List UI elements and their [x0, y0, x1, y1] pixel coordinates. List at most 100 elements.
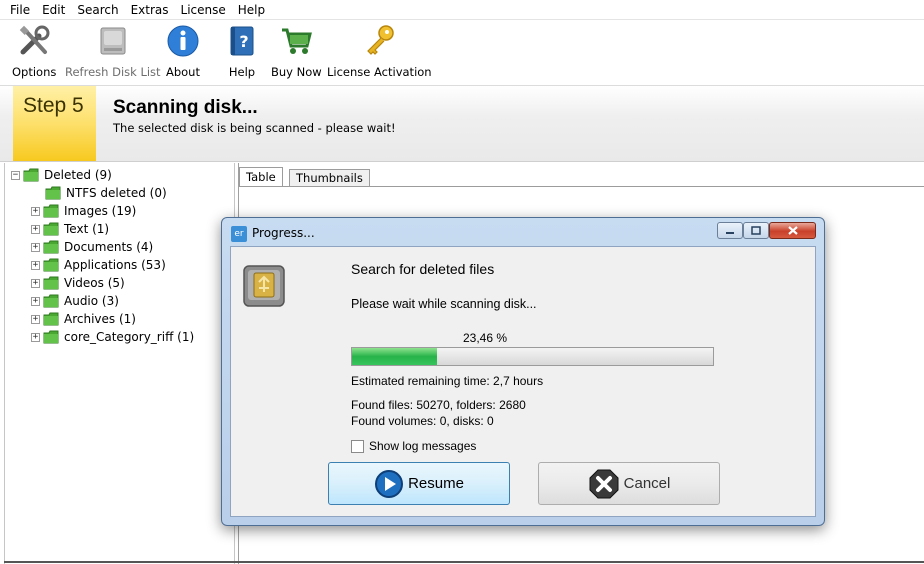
hard-disk-icon — [94, 23, 132, 59]
wait-message: Please wait while scanning disk... — [351, 297, 537, 311]
folder-icon — [43, 258, 59, 272]
tree-label: Deleted (9) — [44, 168, 112, 182]
step-indicator: Step 5 — [13, 86, 96, 161]
folder-icon — [23, 168, 39, 182]
minimize-icon — [726, 231, 734, 234]
category-tree: − Deleted (9) NTFS deleted (0) + Images … — [4, 163, 235, 564]
shopping-cart-icon — [277, 23, 315, 59]
tree-item-applications[interactable]: + Applications (53) — [31, 256, 166, 274]
folder-icon — [43, 276, 59, 290]
tree-item-images[interactable]: + Images (19) — [31, 202, 136, 220]
tree-item-text[interactable]: + Text (1) — [31, 220, 109, 238]
resume-label: Resume — [408, 475, 464, 492]
expand-toggle[interactable]: + — [31, 278, 40, 288]
play-icon — [374, 469, 404, 499]
bottom-border — [4, 561, 924, 563]
menu-edit[interactable]: Edit — [36, 0, 71, 20]
dialog-title: Progress... — [252, 226, 315, 240]
dialog-body: Search for deleted files Please wait whi… — [230, 246, 816, 517]
menu-help[interactable]: Help — [232, 0, 271, 20]
help-button[interactable]: ? Help — [223, 23, 261, 79]
buy-now-label: Buy Now — [271, 65, 322, 79]
expand-toggle[interactable]: + — [31, 206, 40, 216]
progress-dialog: er Progress... Search for deleted files … — [221, 217, 825, 526]
tree-label: Images (19) — [64, 204, 137, 218]
expand-toggle[interactable]: + — [31, 314, 40, 324]
menu-bar: File Edit Search Extras License Help — [0, 0, 924, 20]
banner-title: Scanning disk... — [113, 97, 258, 118]
about-label: About — [165, 65, 200, 79]
found-files: Found files: 50270, folders: 2680 — [351, 398, 526, 412]
cancel-label: Cancel — [623, 475, 671, 492]
tab-divider — [239, 186, 924, 187]
folder-icon — [43, 294, 59, 308]
found-volumes: Found volumes: 0, disks: 0 — [351, 414, 494, 428]
maximize-button[interactable] — [743, 222, 769, 239]
tree-item-archives[interactable]: + Archives (1) — [31, 310, 136, 328]
license-activation-button[interactable]: License Activation — [327, 23, 432, 79]
expand-toggle[interactable]: + — [31, 242, 40, 252]
maximize-icon — [751, 226, 761, 235]
tree-label: Applications (53) — [64, 258, 166, 272]
options-label: Options — [12, 65, 57, 79]
tree-item-audio[interactable]: + Audio (3) — [31, 292, 119, 310]
menu-license[interactable]: License — [175, 0, 232, 20]
menu-search[interactable]: Search — [71, 0, 124, 20]
tree-label: Archives (1) — [64, 312, 136, 326]
svg-text:?: ? — [239, 32, 248, 51]
folder-icon — [43, 204, 59, 218]
cancel-x-icon — [588, 468, 620, 500]
tab-thumbnails[interactable]: Thumbnails — [289, 169, 370, 187]
buy-now-button[interactable]: Buy Now — [271, 23, 322, 79]
refresh-disk-list-label: Refresh Disk List — [65, 65, 161, 79]
step-banner: Step 5 Scanning disk... The selected dis… — [0, 85, 924, 162]
dialog-heading: Search for deleted files — [351, 261, 495, 277]
info-icon — [164, 23, 202, 59]
expand-toggle[interactable]: + — [31, 332, 40, 342]
tree-label: Documents (4) — [64, 240, 154, 254]
about-button[interactable]: About — [164, 23, 202, 79]
refresh-disk-list-button[interactable]: Refresh Disk List — [65, 23, 161, 79]
collapse-toggle[interactable]: − — [11, 170, 20, 180]
recycle-disk-icon — [241, 263, 287, 312]
show-log-label[interactable]: Show log messages — [369, 439, 476, 453]
help-book-icon: ? — [223, 23, 261, 59]
tree-label: Videos (5) — [64, 276, 125, 290]
tree-item-deleted[interactable]: − Deleted (9) — [11, 166, 112, 184]
tree-item-documents[interactable]: + Documents (4) — [31, 238, 153, 256]
tools-icon — [15, 23, 53, 59]
banner-subtitle: The selected disk is being scanned - ple… — [113, 121, 396, 135]
license-activation-label: License Activation — [327, 65, 432, 79]
tree-item-ntfs-deleted[interactable]: NTFS deleted (0) — [45, 184, 167, 202]
show-log-checkbox[interactable] — [351, 440, 364, 453]
close-button[interactable] — [769, 222, 816, 239]
tree-label: Audio (3) — [64, 294, 119, 308]
minimize-button[interactable] — [717, 222, 743, 239]
expand-toggle[interactable]: + — [31, 224, 40, 234]
close-icon — [787, 226, 798, 235]
app-icon: er — [231, 226, 247, 242]
remaining-time: Estimated remaining time: 2,7 hours — [351, 374, 544, 388]
tree-label: Text (1) — [64, 222, 110, 236]
progress-fill — [352, 348, 437, 365]
expand-toggle[interactable]: + — [31, 296, 40, 306]
key-icon — [360, 23, 398, 59]
folder-icon — [43, 222, 59, 236]
progress-bar — [351, 347, 714, 366]
tree-item-videos[interactable]: + Videos (5) — [31, 274, 125, 292]
cancel-button[interactable]: Cancel — [538, 462, 720, 505]
expand-toggle[interactable]: + — [31, 260, 40, 270]
folder-icon — [43, 312, 59, 326]
options-button[interactable]: Options — [12, 23, 56, 79]
menu-extras[interactable]: Extras — [125, 0, 175, 20]
folder-icon — [43, 330, 59, 344]
folder-icon — [43, 240, 59, 254]
folder-icon — [45, 186, 61, 200]
tree-item-core-category-riff[interactable]: + core_Category_riff (1) — [31, 328, 194, 346]
tab-table[interactable]: Table — [239, 167, 283, 187]
resume-button[interactable]: Resume — [328, 462, 510, 505]
tree-label: NTFS deleted (0) — [66, 186, 167, 200]
tree-label: core_Category_riff (1) — [64, 330, 195, 344]
percent-label: 23,46 % — [463, 331, 508, 345]
menu-file[interactable]: File — [4, 0, 36, 20]
